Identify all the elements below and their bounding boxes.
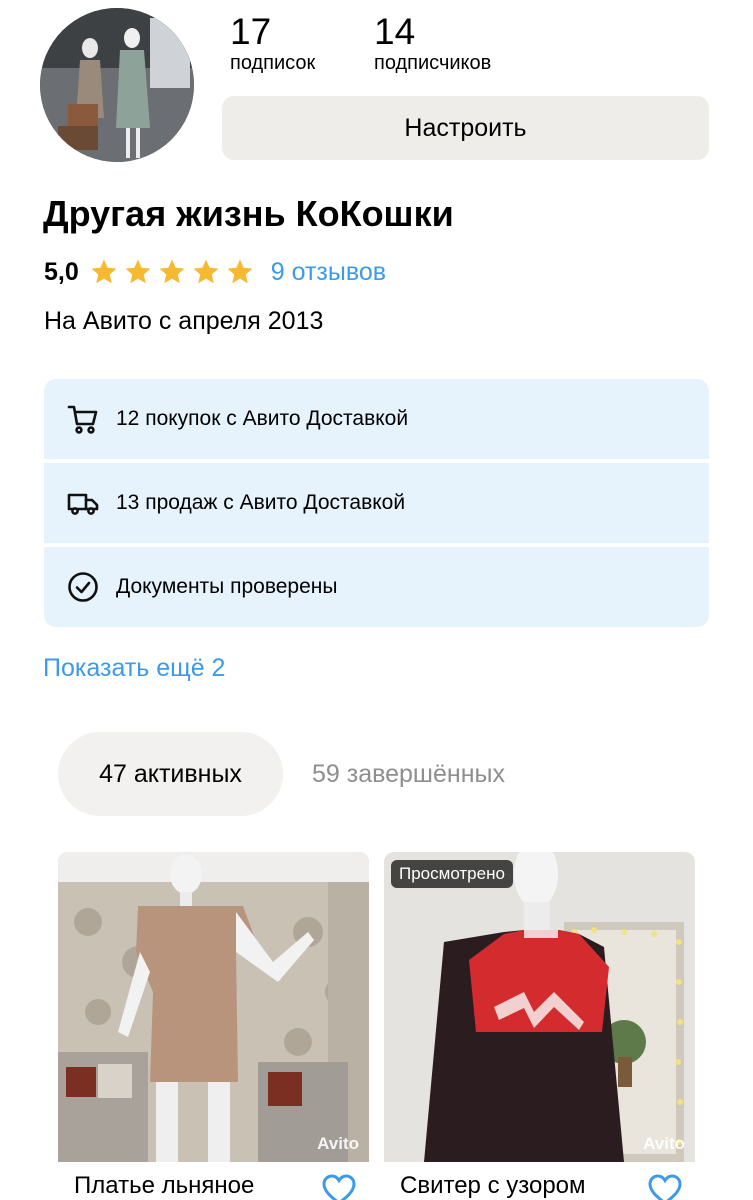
show-more-link[interactable]: Показать ещё 2 [43, 654, 225, 683]
avatar[interactable] [40, 8, 194, 162]
followers-count: 14 [374, 11, 416, 52]
listing-image[interactable]: Avito [58, 852, 369, 1162]
listing-card[interactable]: Просмотрено Avito Свитер с узором [384, 852, 695, 1200]
badge-text: Документы проверены [116, 575, 338, 598]
heart-icon[interactable] [647, 1172, 683, 1200]
badge-text: 12 покупок с Авито Доставкой [116, 407, 409, 430]
listing-title[interactable]: Свитер с узором [400, 1172, 586, 1200]
following-count: 17 [230, 11, 272, 52]
following-stat[interactable]: 17 подписок [230, 11, 316, 75]
badge-text: 13 продаж с Авито Доставкой [116, 491, 406, 514]
tab-active-listings[interactable]: 47 активных [58, 732, 283, 816]
truck-icon [66, 486, 100, 520]
star-icon [227, 259, 253, 284]
badge-sales[interactable]: 13 продаж с Авито Доставкой [44, 463, 709, 543]
watermark: Avito [643, 1134, 685, 1153]
reviews-link[interactable]: 9 отзывов [271, 258, 386, 287]
heart-icon[interactable] [321, 1172, 357, 1200]
followers-stat[interactable]: 14 подписчиков [374, 11, 492, 75]
viewed-badge: Просмотрено [391, 860, 513, 888]
tab-completed-listings[interactable]: 59 завершённых [312, 758, 505, 790]
star-icon [91, 259, 117, 284]
rating-row: 5,0 9 отзывов [44, 256, 386, 288]
badge-purchases[interactable]: 12 покупок с Авито Доставкой [44, 379, 709, 459]
profile-badges: 12 покупок с Авито Доставкой 13 продаж с… [44, 379, 709, 627]
configure-button[interactable]: Настроить [222, 96, 709, 160]
cart-icon [66, 402, 100, 436]
followers-label: подписчиков [374, 52, 492, 74]
star-icon [159, 259, 185, 284]
listing-title[interactable]: Платье льняное [74, 1172, 254, 1200]
check-circle-icon [66, 570, 100, 604]
listing-card[interactable]: Avito Платье льняное [58, 852, 369, 1200]
listing-image[interactable]: Просмотрено Avito [384, 852, 695, 1162]
star-icon [193, 259, 219, 284]
badge-documents[interactable]: Документы проверены [44, 547, 709, 627]
rating-value: 5,0 [44, 257, 79, 286]
star-icon [125, 259, 151, 284]
member-since: На Авито с апреля 2013 [44, 307, 324, 335]
shop-name: Другая жизнь КоКошки [43, 193, 454, 234]
avatar-image [40, 8, 194, 162]
following-label: подписок [230, 52, 316, 74]
watermark: Avito [317, 1134, 359, 1153]
rating-stars [89, 257, 255, 287]
